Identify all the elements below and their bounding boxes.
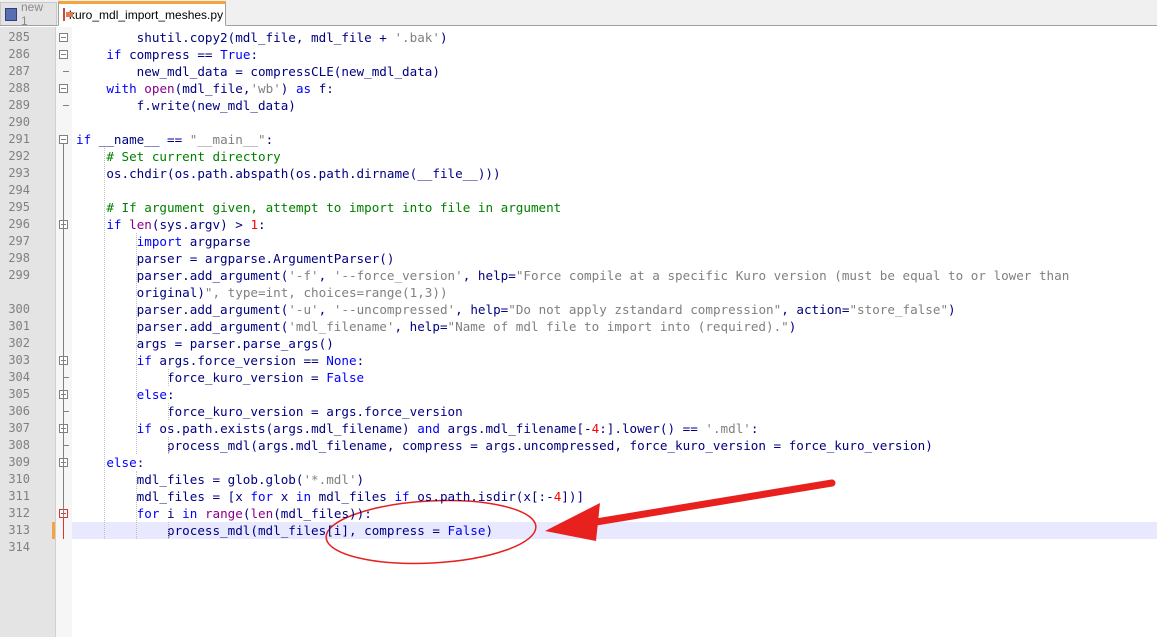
line-number: 307 bbox=[8, 421, 30, 435]
code-line[interactable]: else: bbox=[76, 454, 144, 471]
code-line[interactable]: mdl_files = glob.glob('*.mdl') bbox=[76, 471, 364, 488]
indent-guide bbox=[104, 148, 105, 539]
floppy-icon bbox=[5, 7, 17, 21]
fold-end-tick bbox=[63, 445, 69, 446]
tab-label: kuro_mdl_import_meshes.py bbox=[69, 7, 224, 22]
code-line[interactable]: parser = argparse.ArgumentParser() bbox=[76, 250, 395, 267]
tab-label: new 1 bbox=[20, 0, 43, 28]
line-number: 290 bbox=[8, 115, 30, 129]
code-line[interactable]: for i in range(len(mdl_files)): bbox=[76, 505, 372, 522]
line-number: 295 bbox=[8, 200, 30, 214]
indent-guide bbox=[168, 369, 169, 386]
indent-guide bbox=[168, 437, 169, 454]
line-number: 300 bbox=[8, 302, 30, 316]
tab-new-1[interactable]: new 1 bbox=[0, 0, 57, 28]
fold-end-tick bbox=[63, 411, 69, 412]
line-number: 314 bbox=[8, 540, 30, 554]
code-line[interactable]: # If argument given, attempt to import i… bbox=[76, 199, 561, 216]
code-line[interactable]: parser.add_argument('mdl_filename', help… bbox=[76, 318, 797, 335]
code-line[interactable]: import argparse bbox=[76, 233, 251, 250]
change-marker bbox=[52, 522, 55, 539]
fold-toggle-icon[interactable] bbox=[59, 84, 68, 93]
code-line[interactable]: if args.force_version == None: bbox=[76, 352, 365, 369]
line-number: 309 bbox=[8, 455, 30, 469]
code-line[interactable]: process_mdl(mdl_files[i], compress = Fal… bbox=[76, 522, 493, 539]
code-line[interactable]: force_kuro_version = args.force_version bbox=[76, 403, 463, 420]
code-line[interactable]: parser.add_argument('-f', '--force_versi… bbox=[76, 267, 1070, 284]
line-number: 301 bbox=[8, 319, 30, 333]
fold-toggle-icon[interactable] bbox=[59, 50, 68, 59]
line-number: 312 bbox=[8, 506, 30, 520]
python-file-icon bbox=[63, 8, 73, 21]
fold-toggle-icon[interactable] bbox=[59, 135, 68, 144]
line-number: 306 bbox=[8, 404, 30, 418]
indent-guide bbox=[136, 471, 137, 539]
indent-guide bbox=[168, 403, 169, 420]
line-number: 296 bbox=[8, 217, 30, 231]
code-line[interactable]: parser.add_argument('-u', '--uncompresse… bbox=[76, 301, 956, 318]
line-number: 287 bbox=[8, 64, 30, 78]
line-number: 304 bbox=[8, 370, 30, 384]
fold-margin bbox=[56, 27, 72, 637]
indent-guide bbox=[136, 233, 137, 454]
code-line[interactable]: if os.path.exists(args.mdl_filename) and… bbox=[76, 420, 759, 437]
fold-end-tick bbox=[63, 71, 69, 72]
fold-line bbox=[63, 518, 64, 539]
code-line[interactable]: args = parser.parse_args() bbox=[76, 335, 334, 352]
fold-end-tick bbox=[63, 377, 69, 378]
code-line[interactable]: else: bbox=[76, 386, 175, 403]
code-line[interactable]: force_kuro_version = False bbox=[76, 369, 364, 386]
code-line[interactable]: os.chdir(os.path.abspath(os.path.dirname… bbox=[76, 165, 500, 182]
code-line[interactable]: with open(mdl_file,'wb') as f: bbox=[76, 80, 334, 97]
fold-toggle-icon[interactable] bbox=[59, 33, 68, 42]
line-number: 313 bbox=[8, 523, 30, 537]
indent-guide bbox=[168, 522, 169, 539]
line-number: 310 bbox=[8, 472, 30, 486]
code-line[interactable]: new_mdl_data = compressCLE(new_mdl_data) bbox=[76, 63, 440, 80]
line-number: 291 bbox=[8, 132, 30, 146]
line-number: 308 bbox=[8, 438, 30, 452]
line-number: 288 bbox=[8, 81, 30, 95]
code-line[interactable]: mdl_files = [x for x in mdl_files if os.… bbox=[76, 488, 584, 505]
line-number: 289 bbox=[8, 98, 30, 112]
code-line[interactable]: # Set current directory bbox=[76, 148, 280, 165]
code-line[interactable]: shutil.copy2(mdl_file, mdl_file + '.bak'… bbox=[76, 29, 448, 46]
code-line[interactable]: original)", type=int, choices=range(1,3)… bbox=[76, 284, 448, 301]
code-line[interactable]: if __name__ == "__main__": bbox=[76, 131, 273, 148]
line-number: 297 bbox=[8, 234, 30, 248]
line-number: 286 bbox=[8, 47, 30, 61]
fold-line bbox=[63, 144, 64, 518]
line-number: 285 bbox=[8, 30, 30, 44]
line-number: 293 bbox=[8, 166, 30, 180]
code-line[interactable]: f.write(new_mdl_data) bbox=[76, 97, 296, 114]
line-number: 302 bbox=[8, 336, 30, 350]
tab-kuro-mdl-import-meshes[interactable]: kuro_mdl_import_meshes.py bbox=[58, 1, 226, 26]
line-number: 311 bbox=[8, 489, 30, 503]
line-number: 294 bbox=[8, 183, 30, 197]
code-line[interactable]: process_mdl(args.mdl_filename, compress … bbox=[76, 437, 933, 454]
line-number: 305 bbox=[8, 387, 30, 401]
code-line[interactable]: if compress == True: bbox=[76, 46, 258, 63]
line-number: 292 bbox=[8, 149, 30, 163]
line-number: 298 bbox=[8, 251, 30, 265]
tab-bar: new 1 kuro_mdl_import_meshes.py bbox=[0, 0, 1157, 28]
line-number: 303 bbox=[8, 353, 30, 367]
fold-end-tick bbox=[63, 105, 69, 106]
line-number: 299 bbox=[8, 268, 30, 282]
